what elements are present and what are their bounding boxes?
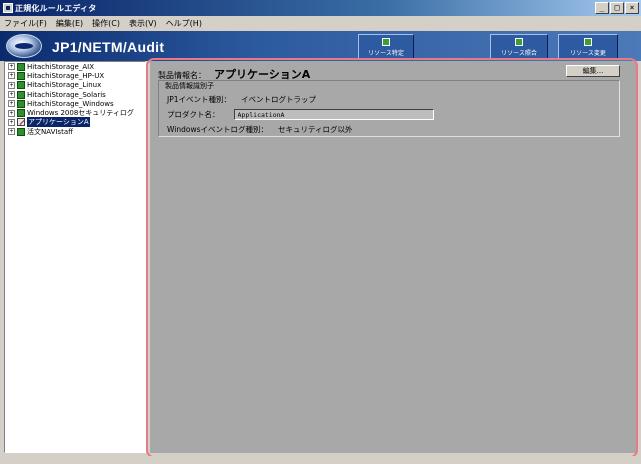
menu-file[interactable]: ファイル(F): [4, 18, 47, 29]
logo-icon: [6, 34, 42, 58]
tree-item-label: HitachiStorage_Solaris: [27, 90, 106, 99]
product-node-icon: [17, 127, 25, 136]
jp1-event-type-value: イベントログトラップ: [241, 95, 317, 104]
resource-change-icon: [584, 38, 592, 46]
product-node-icon: [17, 90, 25, 99]
maximize-button[interactable]: □: [610, 2, 624, 14]
jp1-event-type-label: JP1イベント種別：: [167, 95, 232, 104]
resource-identify-label: リソース特定: [368, 50, 404, 57]
tree-item-label: HitachiStorage_AIX: [27, 62, 95, 71]
product-node-icon: [17, 109, 25, 118]
product-name-input[interactable]: [233, 109, 434, 120]
close-button[interactable]: ×: [625, 2, 639, 14]
tree-item-label: HitachiStorage_HP-UX: [27, 71, 105, 80]
group-title: 製品情報識別子: [164, 81, 215, 91]
edit-node-icon: [17, 118, 25, 127]
app-icon: [3, 3, 13, 13]
tree-item[interactable]: + HitachiStorage_AIX: [5, 62, 145, 71]
tree-item[interactable]: + 活文NAVIstaff: [5, 127, 145, 136]
resource-identify-icon: [382, 38, 390, 46]
tree-item[interactable]: + Windows 2008セキュリティログ: [5, 108, 145, 117]
product-node-icon: [17, 62, 25, 71]
app-window: 正規化ルールエディタ _ □ × ファイル(F) 編集(E) 操作(C) 表示(…: [0, 0, 641, 464]
tree-item[interactable]: + HitachiStorage_HP-UX: [5, 71, 145, 80]
tree-item-label: HitachiStorage_Linux: [27, 81, 102, 90]
banner-toolbar: JP1/NETM/Audit リソース特定 リソース照合 リソース変更: [0, 31, 641, 61]
jp1-event-type-field: JP1イベント種別： イベントログトラップ: [167, 94, 316, 105]
tree-item-label: 活文NAVIstaff: [27, 127, 73, 136]
menu-operation[interactable]: 操作(C): [92, 18, 120, 29]
tree-item[interactable]: + HitachiStorage_Solaris: [5, 90, 145, 99]
product-name-field-label: プロダクト名：: [167, 110, 220, 119]
tree-item-selected[interactable]: + アプリケーションA: [5, 117, 145, 128]
windows-log-type-label: Windowsイベントログ種別：: [167, 125, 268, 134]
window-title: 正規化ルールエディタ: [15, 3, 97, 13]
product-node-icon: [17, 71, 25, 80]
product-identifier-group: 製品情報識別子 JP1イベント種別： イベントログトラップ プロダクト名： Win…: [158, 80, 620, 137]
tree-item[interactable]: + HitachiStorage_Linux: [5, 81, 145, 90]
expand-icon[interactable]: +: [8, 72, 15, 80]
product-node-icon: [17, 99, 25, 108]
product-node-icon: [17, 81, 25, 90]
resource-change-button[interactable]: リソース変更: [558, 34, 618, 60]
resource-change-label: リソース変更: [570, 50, 606, 57]
expand-icon[interactable]: +: [8, 109, 15, 117]
menu-bar: ファイル(F) 編集(E) 操作(C) 表示(V) ヘルプ(H): [0, 16, 641, 31]
resource-match-icon: [515, 38, 523, 46]
tree-item-label: HitachiStorage_Windows: [27, 99, 114, 108]
expand-icon[interactable]: +: [8, 81, 15, 89]
product-name-field: プロダクト名：: [167, 109, 434, 120]
expand-icon[interactable]: +: [8, 91, 15, 99]
resource-match-button[interactable]: リソース照合: [490, 34, 548, 60]
detail-pane: 製品情報名： アプリケーションA 編集... 製品情報識別子 JP1イベント種別…: [150, 61, 636, 453]
tree-item[interactable]: + HitachiStorage_Windows: [5, 99, 145, 108]
edit-button[interactable]: 編集...: [566, 65, 620, 77]
window-controls: _ □ ×: [595, 2, 639, 14]
brand-title: JP1/NETM/Audit: [52, 39, 165, 55]
menu-help[interactable]: ヘルプ(H): [166, 18, 202, 29]
status-strip: [0, 456, 641, 464]
resource-identify-button[interactable]: リソース特定: [358, 34, 414, 60]
resource-match-label: リソース照合: [501, 50, 537, 57]
title-bar[interactable]: 正規化ルールエディタ _ □ ×: [0, 0, 641, 16]
minimize-button[interactable]: _: [595, 2, 609, 14]
menu-view[interactable]: 表示(V): [129, 18, 157, 29]
expand-icon[interactable]: +: [8, 100, 15, 108]
expand-icon[interactable]: +: [8, 63, 15, 71]
expand-icon[interactable]: +: [8, 128, 15, 136]
expand-icon[interactable]: +: [8, 118, 15, 126]
windows-log-type-value: セキュリティログ以外: [277, 125, 353, 134]
product-tree[interactable]: + HitachiStorage_AIX + HitachiStorage_HP…: [4, 61, 146, 453]
windows-log-type-field: Windowsイベントログ種別： セキュリティログ以外: [167, 124, 353, 135]
menu-edit[interactable]: 編集(E): [56, 18, 83, 29]
